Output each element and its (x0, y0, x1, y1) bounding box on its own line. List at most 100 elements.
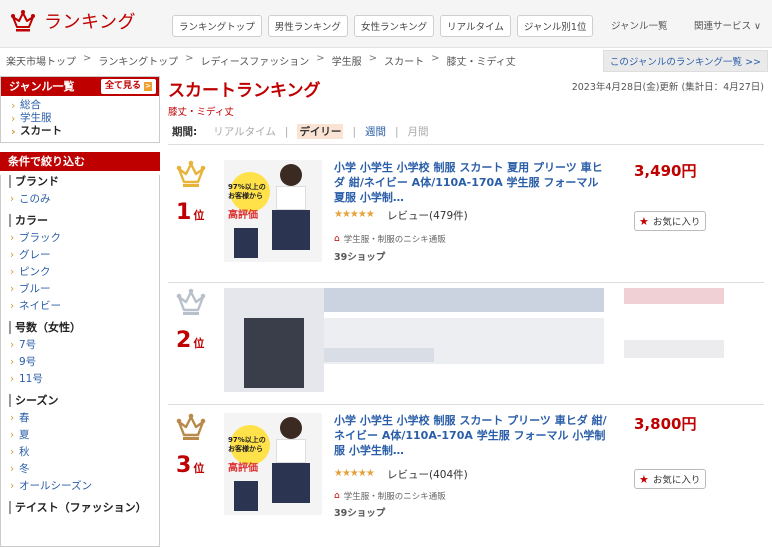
period-selector: 期間: リアルタイム | デイリー | 週間 | 月間 (172, 124, 429, 139)
header-bar: ランキング ランキングトップ 男性ランキング 女性ランキング リアルタイム ジャ… (0, 0, 772, 48)
breadcrumb-item[interactable]: 楽天市場トップ (6, 53, 76, 68)
breadcrumb: 楽天市場トップ > ランキングトップ > レディースファッション > 学生服 > スカー… (6, 53, 516, 68)
period-daily[interactable]: デイリー (297, 124, 344, 139)
breadcrumb-item[interactable]: レディースファッション (200, 53, 309, 68)
filter-item[interactable]: 夏 (9, 427, 159, 444)
period-realtime[interactable]: リアルタイム (213, 124, 276, 139)
blurred-image-dark (244, 318, 304, 388)
bronze-crown-icon (176, 413, 206, 440)
badge-line2: お客様から (228, 192, 263, 200)
period-separator: | (394, 125, 399, 138)
breadcrumb-item[interactable]: スカート (384, 53, 424, 68)
product-image[interactable]: 97%以上の お客様から 高評価 (224, 413, 322, 515)
breadcrumb-separator: > (83, 53, 92, 64)
filter-group-color: カラー ブラック グレー ピンク ブルー ネイビー (9, 214, 159, 315)
product-price: 3,800円 (634, 415, 697, 433)
breadcrumb-separator: > (368, 53, 378, 64)
filter-item[interactable]: ブルー (9, 281, 159, 298)
shop-name[interactable]: 学生服・制服のニシキ通販 (344, 490, 446, 502)
filter-item[interactable]: ネイビー (9, 298, 159, 315)
star-icon: ★ (639, 214, 649, 228)
divider (168, 404, 764, 405)
main-content: スカートランキング 膝丈・ミディ丈 2023年4月28日(金)更新 (集計日：4… (168, 76, 768, 519)
skirt-thumb (234, 228, 258, 258)
filter-title: ブランド (9, 175, 159, 188)
filter-item[interactable]: 春 (9, 410, 159, 427)
skirt-figure (272, 210, 310, 250)
skirt-figure (272, 463, 310, 503)
rating-stars-icon: ★★★★★ (334, 209, 375, 220)
tab-female-ranking[interactable]: 女性ランキング (353, 15, 435, 37)
filter-item[interactable]: グレー (9, 247, 159, 264)
rank-number: 1位 (176, 200, 204, 225)
breadcrumb-item[interactable]: ランキングトップ (98, 53, 178, 68)
filter-item[interactable]: 9号 (9, 354, 159, 371)
favorite-button[interactable]: ★ お気に入り (634, 469, 707, 489)
filter-item[interactable]: ブラック (9, 230, 159, 247)
skirt-thumb (234, 481, 258, 511)
crown-logo-icon (11, 10, 35, 32)
filter-title: 号数（女性） (9, 321, 159, 334)
favorite-label: お気に入り (652, 475, 701, 486)
blurred-price (624, 288, 724, 304)
product-title[interactable]: 小学 小学生 小学校 制服 スカート 夏用 プリーツ 車ヒダ 紺/ネイビー A体… (334, 160, 608, 205)
ranking-logo[interactable]: ランキング (10, 8, 136, 34)
genre-list-link[interactable]: ジャンル一覧 (611, 18, 668, 32)
breadcrumb-separator: > (316, 53, 325, 64)
related-services-link[interactable]: 関連サービス ∨ (694, 18, 761, 32)
blurred-text (324, 348, 434, 362)
updated-date: 2023年4月28日(金)更新 (集計日：4月27日) (571, 82, 764, 93)
favorite-button[interactable]: ★ お気に入り (634, 211, 707, 231)
period-weekly[interactable]: 週間 (365, 124, 386, 139)
breadcrumb-separator: > (185, 53, 194, 64)
review-link[interactable]: レビュー(479件) (387, 208, 468, 223)
filter-item[interactable]: このみ (9, 191, 159, 208)
girl-figure (280, 417, 302, 439)
breadcrumb-separator: > (431, 53, 440, 64)
rank-value: 1 (176, 200, 192, 225)
badge-line3: 高評価 (228, 210, 258, 221)
product-title[interactable]: 小学 小学生 小学校 制服 スカート プリーツ 車ヒダ 紺/ネイビー A体/11… (334, 413, 608, 458)
favorite-label: お気に入り (652, 217, 701, 228)
period-separator: | (284, 125, 289, 138)
filter-item[interactable]: 7号 (9, 337, 159, 354)
period-monthly[interactable]: 月間 (408, 124, 429, 139)
genre-item-sougou[interactable]: 総合 (11, 99, 159, 112)
tab-realtime[interactable]: リアルタイム (440, 15, 511, 37)
genre-box: ジャンル一覧 全て見る > 総合 学生服 スカート (0, 76, 160, 143)
tab-male-ranking[interactable]: 男性ランキング (267, 15, 348, 37)
filter-box: ブランド このみ カラー ブラック グレー ピンク ブルー ネイビー 号数（女性… (0, 175, 160, 547)
genre-item-skirt[interactable]: スカート (11, 125, 159, 138)
genre-item-gakuseifuku[interactable]: 学生服 (11, 112, 159, 125)
period-separator: | (352, 125, 356, 138)
page-subtitle: 膝丈・ミディ丈 (168, 107, 234, 118)
divider (168, 144, 764, 145)
badge-line2: お客様から (228, 445, 263, 453)
see-all-button[interactable]: 全て見る > (100, 79, 156, 94)
filter-item[interactable]: オールシーズン (9, 478, 159, 495)
product-image[interactable]: 97%以上の お客様から 高評価 (224, 160, 322, 262)
rank-suffix: 位 (193, 209, 205, 222)
breadcrumb-item[interactable]: 学生服 (332, 53, 362, 68)
rating-stars-icon: ★★★★★ (334, 468, 375, 479)
shop-count[interactable]: 39ショップ (334, 505, 385, 519)
shop-name[interactable]: 学生服・制服のニシキ通販 (344, 233, 446, 245)
review-link[interactable]: レビュー(404件) (387, 467, 468, 482)
shop-house-icon: ⌂ (334, 491, 340, 501)
rank-number: 2位 (176, 328, 204, 353)
filter-item[interactable]: 秋 (9, 444, 159, 461)
shop-count[interactable]: 39ショップ (334, 249, 385, 263)
shirt-figure (276, 439, 306, 463)
genre-list: 総合 学生服 スカート (1, 96, 159, 142)
genre-box-header: ジャンル一覧 全て見る > (1, 77, 159, 96)
filter-group-size: 号数（女性） 7号 9号 11号 (9, 321, 159, 388)
genre-ranking-list-link[interactable]: このジャンルのランキング一覧 >> (602, 50, 768, 72)
filter-item[interactable]: 冬 (9, 461, 159, 478)
tab-ranking-top[interactable]: ランキングトップ (172, 15, 262, 37)
silver-crown-icon (176, 288, 206, 315)
breadcrumb-item[interactable]: 膝丈・ミディ丈 (446, 53, 515, 68)
tab-genre-first[interactable]: ジャンル別1位 (516, 15, 594, 37)
period-label: 期間: (172, 126, 198, 138)
filter-item[interactable]: 11号 (9, 371, 159, 388)
filter-item[interactable]: ピンク (9, 264, 159, 281)
